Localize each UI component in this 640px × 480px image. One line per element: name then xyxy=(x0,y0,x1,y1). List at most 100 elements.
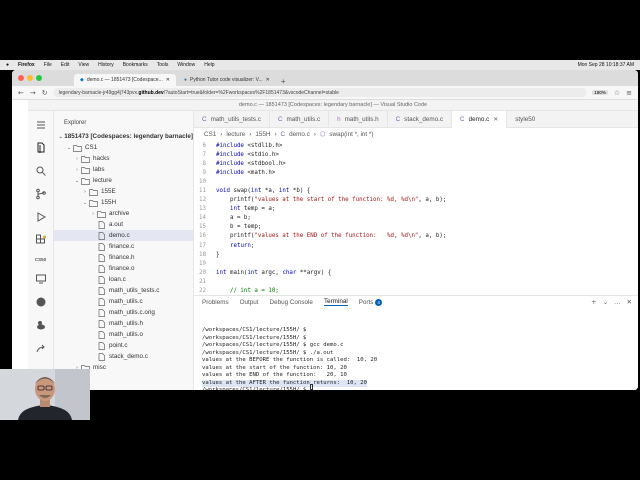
zoom-level-button[interactable]: 180% xyxy=(592,90,608,95)
run-debug-icon[interactable] xyxy=(35,211,47,223)
code-line[interactable]: 21 xyxy=(194,277,638,286)
tree-file[interactable]: loan.c xyxy=(54,274,193,285)
minimize-window-button[interactable] xyxy=(27,75,33,81)
tree-file[interactable]: finance.o xyxy=(54,263,193,274)
menu-bookmarks[interactable]: Bookmarks xyxy=(123,62,148,68)
url-bar[interactable]: legendary-barnacle-jr49gg4j743pvx. github… xyxy=(53,88,587,97)
tree-folder[interactable]: › hacks xyxy=(54,153,193,164)
search-icon[interactable] xyxy=(35,165,47,177)
menu-tools[interactable]: Tools xyxy=(157,62,169,68)
menu-window[interactable]: Window xyxy=(177,62,195,68)
explorer-files-icon[interactable] xyxy=(35,142,47,154)
editor-tab-math-utils-tests[interactable]: Cmath_utils_tests.c xyxy=(194,111,270,128)
code-line[interactable]: 18} xyxy=(194,250,638,259)
menu-file[interactable]: File xyxy=(44,62,52,68)
breadcrumb-item[interactable]: demo.c xyxy=(289,131,310,138)
close-window-button[interactable] xyxy=(18,75,24,81)
new-terminal-icon[interactable]: + xyxy=(591,298,596,306)
terminal[interactable]: /workspaces/CS1/lecture/155H/ $/workspac… xyxy=(202,316,630,390)
tree-folder[interactable]: › archive xyxy=(54,208,193,219)
tree-file[interactable]: math_utils.c xyxy=(54,296,193,307)
code-line[interactable]: 17 return; xyxy=(194,241,638,250)
code-line[interactable]: 8 #include <stdbool.h> xyxy=(194,159,638,168)
code-line[interactable]: 14 a = b; xyxy=(194,214,638,223)
tree-item-label: a.out xyxy=(109,221,124,228)
close-icon[interactable]: ✕ xyxy=(493,116,498,123)
editor-tab-demo-c[interactable]: Cdemo.c ✕ xyxy=(452,111,508,128)
code-line[interactable]: 9 #include <math.h> xyxy=(194,168,638,177)
tree-folder[interactable]: › labs xyxy=(54,164,193,175)
menu-history[interactable]: History xyxy=(98,62,114,68)
zoom-window-button[interactable] xyxy=(36,75,42,81)
tree-file[interactable]: point.c xyxy=(54,340,193,351)
code-line[interactable]: 22 // int a = 10; xyxy=(194,287,638,296)
breadcrumb-item[interactable]: lecture xyxy=(226,131,245,138)
menu-icon[interactable] xyxy=(35,119,47,131)
browser-tab-python-tutor[interactable]: ● Python Tutor code visualizer: V... ✕ xyxy=(178,74,276,86)
tab-terminal[interactable]: Terminal xyxy=(323,298,348,306)
share-icon[interactable] xyxy=(35,342,47,354)
tree-file[interactable]: a.out xyxy=(54,219,193,230)
code-line[interactable]: 6 #include <stdlib.h> xyxy=(194,141,638,150)
breadcrumb-item[interactable]: swap(int *, int *) xyxy=(329,131,373,138)
forward-icon[interactable]: → xyxy=(30,89,36,97)
explorer-title: Explorer xyxy=(64,120,87,126)
tree-file[interactable]: demo.c xyxy=(54,230,193,241)
code-line[interactable]: 19 xyxy=(194,259,638,268)
tree-folder[interactable]: ⌄ lecture xyxy=(54,175,193,186)
close-icon[interactable]: ✕ xyxy=(166,77,170,83)
back-icon[interactable]: ← xyxy=(18,89,24,97)
menu-app[interactable]: Firefox xyxy=(18,62,35,68)
breadcrumb-item[interactable]: CS1 xyxy=(204,131,216,138)
star-icon[interactable]: ☆ xyxy=(614,89,620,97)
new-tab-button[interactable]: + xyxy=(278,77,289,86)
github-icon[interactable] xyxy=(35,296,47,308)
tab-ports[interactable]: Ports 4 xyxy=(359,298,383,306)
apple-icon[interactable]: ● xyxy=(6,62,9,68)
tree-folder[interactable]: ⌄ 155H xyxy=(54,197,193,208)
code-line[interactable]: 15 b = temp; xyxy=(194,223,638,232)
editor-tab-style50[interactable]: style50 xyxy=(507,111,543,128)
code-line[interactable]: 13 int temp = a; xyxy=(194,205,638,214)
tree-root[interactable]: ⌄ 1851473 [Codespaces: legendary barnacle… xyxy=(54,131,193,142)
menu-view[interactable]: View xyxy=(78,62,89,68)
tree-file[interactable]: math_utils.h xyxy=(54,318,193,329)
tree-file[interactable]: math_utils.o xyxy=(54,329,193,340)
more-icon[interactable]: … xyxy=(614,298,621,306)
tree-folder[interactable]: › 155E xyxy=(54,186,193,197)
menu-icon[interactable]: ≡ xyxy=(626,89,632,97)
tree-file[interactable]: stack_demo.c xyxy=(54,351,193,362)
extensions-icon[interactable] xyxy=(35,234,47,246)
breadcrumb-item[interactable]: 155H xyxy=(255,131,270,138)
editor-tab-stack-demo[interactable]: Cstack_demo.c xyxy=(388,111,453,128)
reload-icon[interactable]: ↻ xyxy=(42,89,48,97)
code-line[interactable]: 11 void swap(int *a, int *b) { xyxy=(194,186,638,195)
menu-edit[interactable]: Edit xyxy=(61,62,70,68)
cs50-icon[interactable]: CS50 xyxy=(35,257,46,262)
ducky-icon[interactable] xyxy=(35,319,47,331)
code-editor[interactable]: 6 #include <stdlib.h> 7 #include <stdio.h> 8… xyxy=(194,141,638,295)
close-icon[interactable]: ✕ xyxy=(627,298,632,306)
code-line[interactable]: 7 #include <stdio.h> xyxy=(194,150,638,159)
close-icon[interactable]: ✕ xyxy=(266,77,270,83)
tree-folder[interactable]: ⌄ CS1 xyxy=(54,142,193,153)
code-line[interactable]: 16 printf("values at the END of the func… xyxy=(194,232,638,241)
tree-file[interactable]: finance.h xyxy=(54,252,193,263)
tree-file[interactable]: math_utils.c.orig xyxy=(54,307,193,318)
editor-tab-math-utils-c[interactable]: Cmath_utils.c xyxy=(270,111,330,128)
code-line[interactable]: 10 xyxy=(194,177,638,186)
tab-output[interactable]: Output xyxy=(240,299,259,306)
browser-tab-vscode[interactable]: ◆ demo.c — 1851473 [Codespace... ✕ xyxy=(74,74,176,86)
menu-help[interactable]: Help xyxy=(204,62,214,68)
tree-file[interactable]: finance.c xyxy=(54,241,193,252)
code-line[interactable]: 12 printf("values at the start of the fu… xyxy=(194,196,638,205)
editor-tab-math-utils-h[interactable]: h math_utils.h xyxy=(329,111,388,128)
remote-explorer-icon[interactable] xyxy=(35,273,47,285)
chevron-down-icon[interactable]: ⌄ xyxy=(603,298,608,306)
tab-debug-console[interactable]: Debug Console xyxy=(270,299,313,306)
source-control-icon[interactable] xyxy=(35,188,47,200)
tree-file[interactable]: math_utils_tests.c xyxy=(54,285,193,296)
tab-problems[interactable]: Problems xyxy=(202,299,229,306)
code-line[interactable]: 20 int main(int argc, char **argv) { xyxy=(194,268,638,277)
tree-item-label: math_utils_tests.c xyxy=(109,287,160,294)
